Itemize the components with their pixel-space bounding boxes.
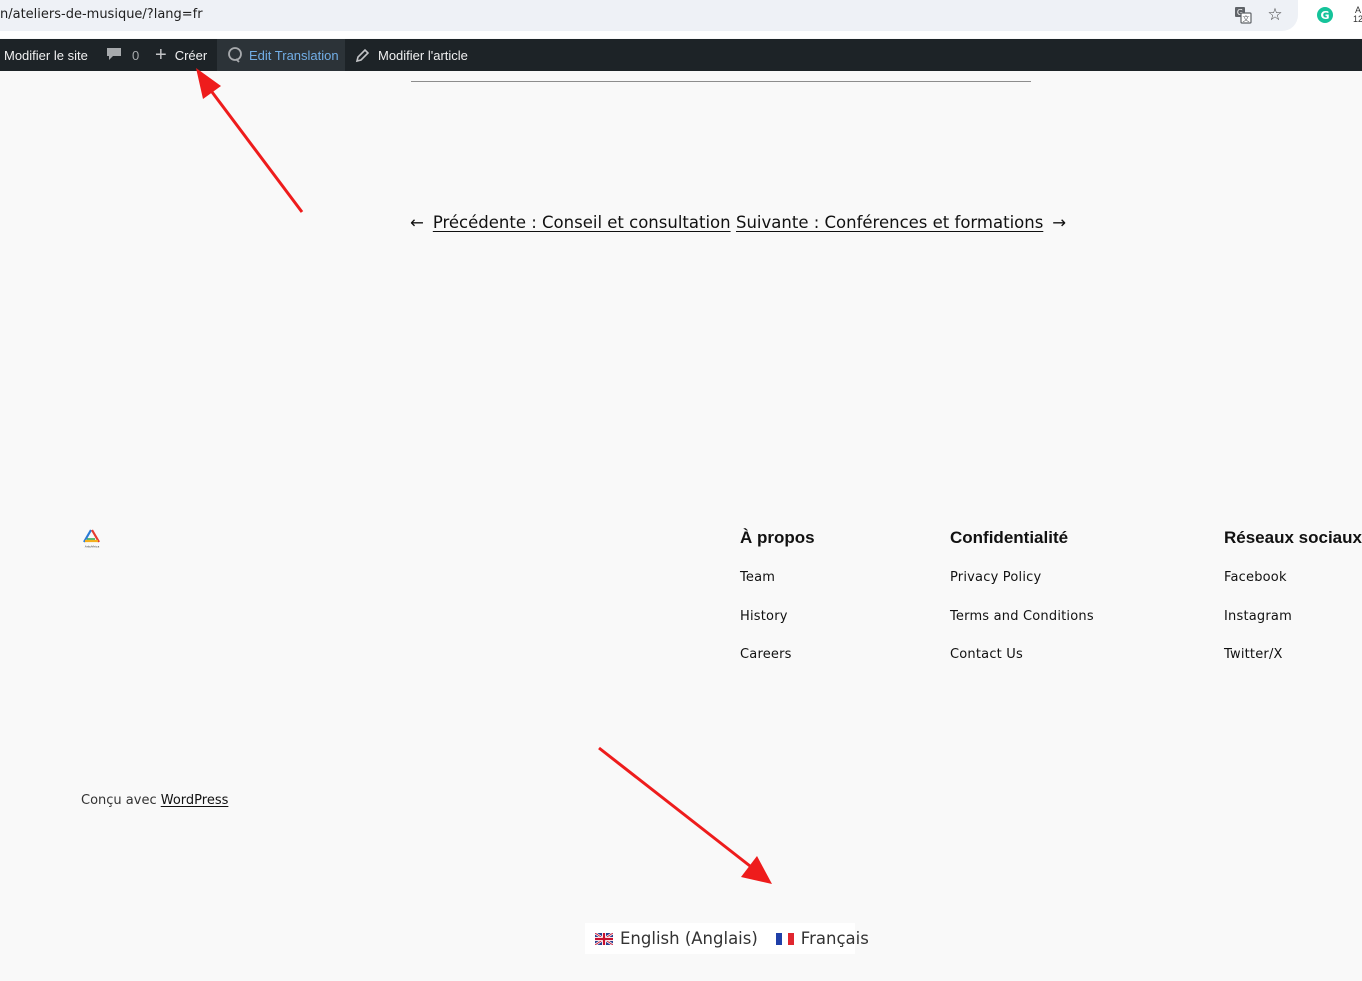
annotation-layer: [196, 68, 772, 884]
footer-link-facebook[interactable]: Facebook: [1224, 570, 1362, 609]
language-french[interactable]: Français: [775, 929, 869, 948]
right-arrow-icon: →: [1052, 213, 1067, 232]
extension-badge-bottom: 12: [1352, 14, 1362, 24]
svg-text:文: 文: [1243, 14, 1250, 23]
footer-heading-privacy: Confidentialité: [950, 528, 1069, 547]
svg-text:G: G: [1320, 9, 1329, 22]
translate-bubble-icon: [228, 47, 242, 63]
footer-credit: Conçu avec WordPress: [81, 793, 228, 808]
pencil-icon: [355, 48, 370, 62]
extension-icon[interactable]: A 12: [1351, 5, 1362, 25]
content-separator: [411, 81, 1031, 82]
wp-admin-bar: Modifier le site 0 + Créer Edit Translat…: [0, 39, 1362, 71]
site-logo[interactable]: ArtsAfrica: [81, 527, 103, 549]
plus-icon: +: [155, 44, 167, 66]
grammarly-icon[interactable]: G: [1315, 5, 1335, 25]
footer-link-privacy-policy[interactable]: Privacy Policy: [950, 570, 1094, 609]
comments-link[interactable]: 0: [106, 39, 139, 71]
credit-prefix: Conçu avec: [81, 793, 161, 808]
translate-icon[interactable]: G 文: [1233, 5, 1253, 25]
edit-site-label: Modifier le site: [4, 47, 88, 63]
star-icon[interactable]: ☆: [1265, 5, 1285, 25]
create-new-label: Créer: [174, 47, 208, 63]
footer-link-terms[interactable]: Terms and Conditions: [950, 609, 1094, 648]
language-french-label: Français: [800, 929, 869, 948]
footer-heading-about: À propos: [740, 528, 815, 547]
wordpress-link[interactable]: WordPress: [161, 793, 229, 808]
footer-link-history[interactable]: History: [740, 609, 815, 648]
language-english[interactable]: English (Anglais): [595, 929, 758, 948]
language-english-label: English (Anglais): [620, 929, 758, 948]
footer-heading-social: Réseaux sociaux: [1224, 528, 1362, 547]
annotation-arrow-language: [598, 746, 772, 884]
uk-flag-icon: [595, 932, 613, 945]
edit-post-label: Modifier l'article: [378, 47, 468, 63]
previous-post-nav: ← Précédente : Conseil et consultation: [410, 213, 731, 232]
edit-site-link[interactable]: Modifier le site: [4, 39, 88, 71]
footer-link-twitter[interactable]: Twitter/X: [1224, 647, 1362, 686]
annotation-arrow-create: [196, 68, 304, 213]
next-post-nav: Suivante : Conférences et formations →: [736, 213, 1066, 232]
footer-column-about: À propos Team History Careers: [740, 528, 815, 686]
footer-link-instagram[interactable]: Instagram: [1224, 609, 1362, 648]
footer-column-social: Réseaux sociaux Facebook Instagram Twitt…: [1224, 528, 1362, 686]
comment-icon: [106, 46, 122, 65]
language-switcher: English (Anglais) Français: [585, 923, 869, 954]
browser-chrome: n/ateliers-de-musique/?lang=fr G 文 ☆ G A…: [0, 0, 1362, 38]
fr-flag-icon: [775, 932, 794, 945]
address-bar[interactable]: n/ateliers-de-musique/?lang=fr: [0, 0, 1298, 31]
create-new-link[interactable]: + Créer: [155, 39, 207, 71]
url-text[interactable]: n/ateliers-de-musique/?lang=fr: [0, 7, 203, 22]
edit-post-link[interactable]: Modifier l'article: [355, 39, 468, 71]
footer-link-careers[interactable]: Careers: [740, 647, 815, 686]
edit-translation-link[interactable]: Edit Translation: [217, 39, 345, 71]
comments-count: 0: [132, 47, 140, 63]
next-post-link[interactable]: Suivante : Conférences et formations: [736, 213, 1043, 232]
footer-link-team[interactable]: Team: [740, 570, 815, 609]
svg-text:ArtsAfrica: ArtsAfrica: [85, 545, 100, 549]
previous-post-link[interactable]: Précédente : Conseil et consultation: [433, 213, 731, 232]
footer-column-privacy: Confidentialité Privacy Policy Terms and…: [950, 528, 1094, 686]
edit-translation-label: Edit Translation: [249, 47, 339, 63]
footer-link-contact[interactable]: Contact Us: [950, 647, 1094, 686]
left-arrow-icon: ←: [410, 213, 424, 232]
